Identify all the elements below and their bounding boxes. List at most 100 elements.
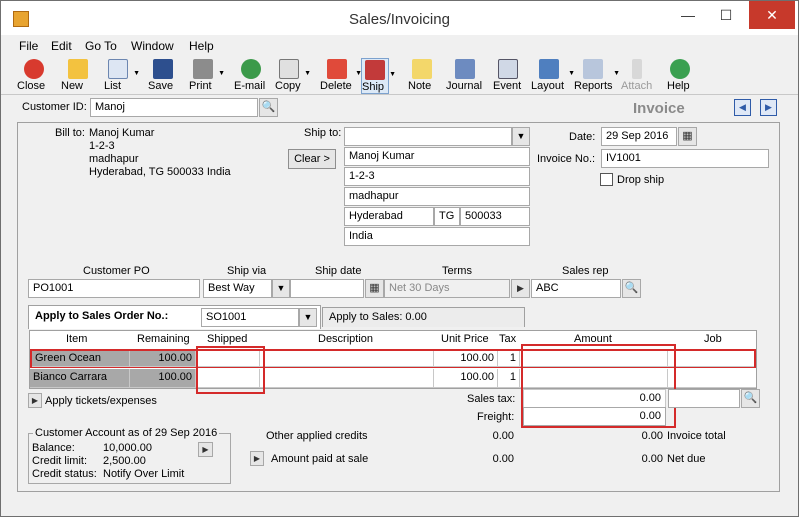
customer-lookup-icon[interactable]: 🔍 [259,98,278,117]
print-button[interactable]: Print ▼ [189,58,225,94]
tax-code-input[interactable] [668,389,740,408]
sales-rep-lookup-icon[interactable]: 🔍 [622,279,641,298]
new-button[interactable]: New [61,58,95,94]
email-button[interactable]: E-mail [234,58,268,94]
account-expand-icon[interactable]: ▶ [198,442,213,457]
drop-ship-checkbox[interactable] [600,173,613,186]
journal-button[interactable]: Journal [446,58,484,94]
email-icon [241,59,261,79]
invoice-no-input[interactable]: IV1001 [601,149,769,168]
menu-edit[interactable]: Edit [51,39,72,53]
list-button[interactable]: List ▼ [104,58,140,94]
ship-label: Ship [362,81,385,93]
close-window-button[interactable]: ✕ [749,1,795,29]
cell-job[interactable] [668,351,754,367]
menu-goto[interactable]: Go To [85,39,117,53]
menu-window[interactable]: Window [131,39,174,53]
customer-po-input[interactable]: PO1001 [28,279,200,298]
terms-expand-icon[interactable]: ▶ [511,279,530,298]
ship-icon [365,60,385,80]
ship-button[interactable]: Ship ▼ [361,58,396,94]
date-label: Date: [569,131,596,143]
cell-description[interactable] [260,351,434,367]
note-label: Note [408,80,432,92]
ship-date-input[interactable] [290,279,364,298]
minimize-button[interactable]: — [671,1,705,29]
shipped-column-highlight [196,346,265,394]
reports-button[interactable]: Reports ▼ [574,58,620,94]
cell-unit-price[interactable]: 100.00 [434,351,498,367]
sales-tax-label: Sales tax: [467,393,516,405]
invoice-total-label: Invoice total [667,430,726,442]
ship-to-dropdown-icon[interactable]: ▼ [512,127,530,146]
copy-dropdown-icon[interactable]: ▼ [304,70,311,77]
ship-via-label: Ship via [227,265,267,277]
maximize-button[interactable]: ☐ [709,1,743,29]
ship-to-name[interactable]: Manoj Kumar [344,147,530,166]
ship-to-country[interactable]: India [344,227,530,246]
cell-tax[interactable]: 1 [498,351,520,367]
form-title: Invoice [633,100,685,117]
delete-button[interactable]: Delete ▼ [320,58,362,94]
column-header-job: Job [704,333,722,345]
print-dropdown-icon[interactable]: ▼ [218,70,225,77]
ship-date-calendar-icon[interactable]: ▦ [365,279,384,298]
attach-button[interactable]: Attach [621,58,653,94]
ship-to-state[interactable]: TG [434,207,460,226]
menu-file[interactable]: File [19,39,38,53]
note-button[interactable]: Note [408,58,436,94]
next-record-icon[interactable]: ▶ [760,99,777,116]
close-button[interactable]: Close [17,58,51,94]
customer-id-input[interactable]: Manoj [90,98,258,117]
reports-dropdown-icon[interactable]: ▼ [613,70,620,77]
layout-button[interactable]: Layout ▼ [531,58,575,94]
column-header-item: Item [66,333,88,345]
ship-to-city[interactable]: Hyderabad [344,207,434,226]
cell-description[interactable] [260,369,434,388]
cell-item[interactable]: Bianco Carrara [30,369,130,388]
ship-to-select[interactable] [344,127,512,146]
save-button[interactable]: Save [148,58,178,94]
reports-label: Reports [574,80,613,92]
copy-label: Copy [275,80,301,92]
cell-remaining[interactable]: 100.00 [130,369,196,388]
ship-to-zip[interactable]: 500033 [460,207,530,226]
ship-to-line2[interactable]: madhapur [344,187,530,206]
cell-unit-price[interactable]: 100.00 [434,369,498,388]
ship-to-line1[interactable]: 1-2-3 [344,167,530,186]
ship-via-select[interactable]: Best Way [203,279,272,298]
amount-paid-label: Amount paid at sale [271,453,369,465]
credit-limit-value: 2,500.00 [103,455,146,467]
net-due-value: 0.00 [641,453,663,465]
menu-help[interactable]: Help [189,39,214,53]
sales-rep-input[interactable]: ABC [531,279,621,298]
copy-button[interactable]: Copy ▼ [275,58,311,94]
delete-label: Delete [320,80,352,92]
ship-via-dropdown-icon[interactable]: ▼ [272,279,290,298]
event-button[interactable]: Event [493,58,523,94]
clear-ship-to-button[interactable]: Clear > [288,149,336,169]
cell-remaining[interactable]: 100.00 [130,351,196,367]
previous-record-icon[interactable]: ◀ [734,99,751,116]
tax-lookup-icon[interactable]: 🔍 [741,389,760,408]
apply-tickets-link[interactable]: Apply tickets/expenses [45,395,157,407]
sales-order-dropdown-icon[interactable]: ▼ [299,308,317,327]
amount-paid-expand-icon[interactable]: ▶ [250,451,264,466]
ship-dropdown-icon[interactable]: ▼ [389,71,396,78]
apply-to-sales-label: Apply to Sales: 0.00 [329,311,427,323]
help-button[interactable]: Help [667,58,693,94]
sales-order-select[interactable]: SO1001 [201,308,299,327]
cell-job[interactable] [668,369,756,388]
column-header-remaining: Remaining [137,333,190,345]
cell-item[interactable]: Green Ocean [32,351,130,367]
freight-input[interactable]: 0.00 [523,407,666,426]
customer-id-label: Customer ID: [22,101,87,113]
layout-label: Layout [531,80,565,92]
cell-tax[interactable]: 1 [498,369,520,388]
apply-tickets-expand-icon[interactable]: ▶ [28,393,42,408]
terms-input[interactable]: Net 30 Days [384,279,510,298]
list-dropdown-icon[interactable]: ▼ [133,70,140,77]
date-input[interactable]: 29 Sep 2016 [601,127,677,146]
customer-po-label: Customer PO [83,265,150,277]
calendar-icon[interactable]: ▦ [678,127,697,146]
